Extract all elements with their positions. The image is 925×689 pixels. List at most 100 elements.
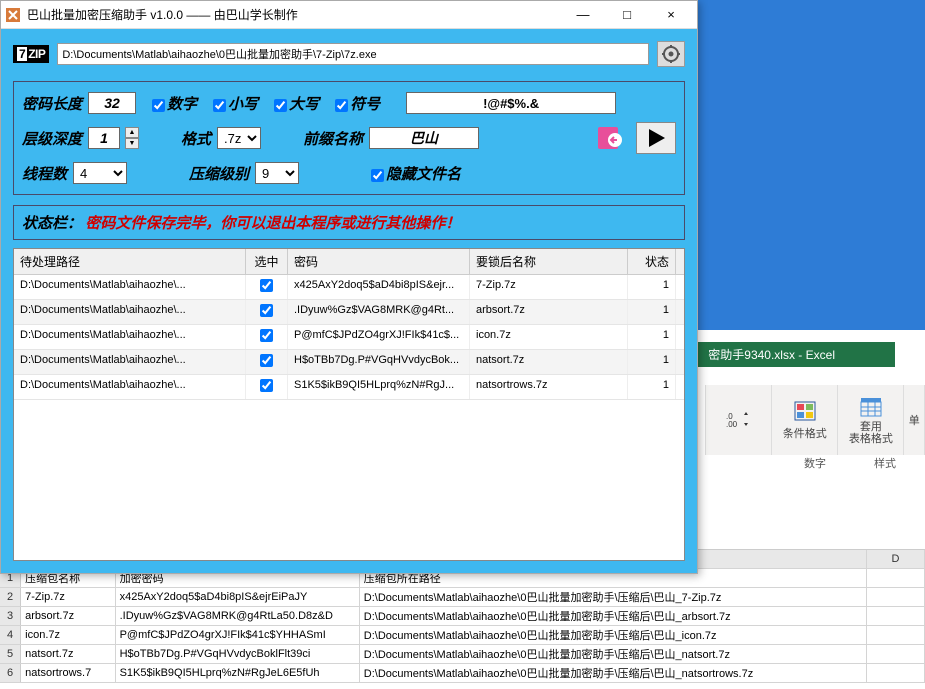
status-text: 密码文件保存完毕，你可以退出本程序或进行其他操作！ xyxy=(85,216,460,232)
ribbon-cond-format[interactable]: 条件格式 xyxy=(772,385,838,455)
cell-path: D:\Documents\Matlab\aihaozhe\... xyxy=(14,300,246,324)
table-row[interactable]: D:\Documents\Matlab\aihaozhe\... x425AxY… xyxy=(14,275,684,300)
upper-checkbox[interactable]: 大写 xyxy=(274,93,319,114)
cell[interactable]: D:\Documents\Matlab\aihaozhe\0巴山批量加密助手\压… xyxy=(360,645,867,663)
th-name[interactable]: 要锁后名称 xyxy=(470,249,628,274)
import-button[interactable] xyxy=(590,122,630,154)
prefix-label: 前缀名称 xyxy=(303,128,363,149)
cell-password: x425AxY2doq5$aD4bi8pIS&ejr... xyxy=(288,275,470,299)
th-password[interactable]: 密码 xyxy=(288,249,470,274)
cell[interactable] xyxy=(867,607,925,625)
cell-password: .IDyuw%Gz$VAG8MRK@g4Rt... xyxy=(288,300,470,324)
cell-selected[interactable] xyxy=(246,325,288,349)
prefix-input[interactable] xyxy=(369,127,479,149)
row-header[interactable]: 6 xyxy=(0,664,21,682)
cond-format-label: 条件格式 xyxy=(783,425,827,441)
row-header[interactable]: 2 xyxy=(0,588,21,606)
cell[interactable] xyxy=(867,626,925,644)
cond-format-icon xyxy=(791,399,819,423)
cell[interactable] xyxy=(867,569,925,587)
cell[interactable]: icon.7z xyxy=(21,626,115,644)
table-row[interactable]: 5 natsort.7z H$oTBb7Dg.P#VGqHVvdycBoklFl… xyxy=(0,645,925,664)
pwd-length-input[interactable] xyxy=(88,92,136,114)
ribbon-table-format[interactable]: 套用 表格格式 xyxy=(838,385,904,455)
cell[interactable]: D:\Documents\Matlab\aihaozhe\0巴山批量加密助手\压… xyxy=(360,588,867,606)
cell-selected[interactable] xyxy=(246,300,288,324)
settings-panel: 密码长度 数字 小写 大写 符号 层级深度 ▲▼ 格式 .7z 前缀名称 xyxy=(13,81,685,195)
cell-password: S1K5$ikB9QI5HLprq%zN#RgJ... xyxy=(288,375,470,399)
cell[interactable]: x425AxY2doq5$aD4bi8pIS&ejrEiPaJY xyxy=(116,588,360,606)
table-row[interactable]: 2 7-Zip.7z x425AxY2doq5$aD4bi8pIS&ejrEiP… xyxy=(0,588,925,607)
cell-name: natsort.7z xyxy=(470,350,628,374)
cell[interactable]: S1K5$ikB9QI5HLprq%zN#RgJeL6E5fUh xyxy=(116,664,360,682)
cell-path: D:\Documents\Matlab\aihaozhe\... xyxy=(14,325,246,349)
table-row[interactable]: D:\Documents\Matlab\aihaozhe\... H$oTBb7… xyxy=(14,350,684,375)
table-row[interactable]: D:\Documents\Matlab\aihaozhe\... P@mfC$J… xyxy=(14,325,684,350)
row-header[interactable]: 4 xyxy=(0,626,21,644)
hide-filename-checkbox[interactable]: 隐藏文件名 xyxy=(371,163,461,184)
th-status[interactable]: 状态 xyxy=(628,249,676,274)
th-path[interactable]: 待处理路径 xyxy=(14,249,246,274)
cell[interactable]: P@mfC$JPdZO4grXJ!FIk$41c$YHHASmI xyxy=(116,626,360,644)
play-icon xyxy=(644,126,668,150)
excel-titlebar: 密助手9340.xlsx - Excel xyxy=(688,342,895,367)
gear-icon xyxy=(662,45,680,63)
cell-selected[interactable] xyxy=(246,350,288,374)
status-label: 状态栏： xyxy=(22,216,82,232)
cell[interactable]: arbsort.7z xyxy=(21,607,115,625)
run-button[interactable] xyxy=(636,122,676,154)
titlebar[interactable]: 巴山批量加密压缩助手 v1.0.0 —— 由巴山学长制作 — □ × xyxy=(1,1,697,29)
cell[interactable]: D:\Documents\Matlab\aihaozhe\0巴山批量加密助手\压… xyxy=(360,664,867,682)
excel-ribbon: .0.00 条件格式 套用 表格格式 单 xyxy=(705,385,925,455)
main-window: 巴山批量加密压缩助手 v1.0.0 —— 由巴山学长制作 — □ × 7ZIP … xyxy=(0,0,698,574)
row-header[interactable]: 5 xyxy=(0,645,21,663)
lower-checkbox[interactable]: 小写 xyxy=(213,93,258,114)
cell[interactable]: 7-Zip.7z xyxy=(21,588,115,606)
th-selected[interactable]: 选中 xyxy=(246,249,288,274)
level-select[interactable]: 9 xyxy=(255,162,299,184)
cell[interactable]: natsort.7z xyxy=(21,645,115,663)
cell-path: D:\Documents\Matlab\aihaozhe\... xyxy=(14,350,246,374)
import-icon xyxy=(595,124,625,152)
cell[interactable]: D:\Documents\Matlab\aihaozhe\0巴山批量加密助手\压… xyxy=(360,607,867,625)
cell-password: P@mfC$JPdZO4grXJ!FIk$41c$... xyxy=(288,325,470,349)
threads-select[interactable]: 4 xyxy=(73,162,127,184)
ribbon-single[interactable]: 单 xyxy=(904,385,925,455)
table-row[interactable]: D:\Documents\Matlab\aihaozhe\... .IDyuw%… xyxy=(14,300,684,325)
cell[interactable]: H$oTBb7Dg.P#VGqHVvdycBoklFlt39ci xyxy=(116,645,360,663)
cell[interactable]: .IDyuw%Gz$VAG8MRK@g4RtLa50.D8z&D xyxy=(116,607,360,625)
cell[interactable]: natsortrows.7 xyxy=(21,664,115,682)
settings-button[interactable] xyxy=(657,41,685,67)
window-title: 巴山批量加密压缩助手 v1.0.0 —— 由巴山学长制作 xyxy=(27,6,561,23)
table-row[interactable]: 4 icon.7z P@mfC$JPdZO4grXJ!FIk$41c$YHHAS… xyxy=(0,626,925,645)
table-row[interactable]: 3 arbsort.7z .IDyuw%Gz$VAG8MRK@g4RtLa50.… xyxy=(0,607,925,626)
cell-name: 7-Zip.7z xyxy=(470,275,628,299)
format-select[interactable]: .7z xyxy=(217,127,261,149)
cell[interactable]: D:\Documents\Matlab\aihaozhe\0巴山批量加密助手\压… xyxy=(360,626,867,644)
symbol-checkbox[interactable]: 符号 xyxy=(335,93,380,114)
close-button[interactable]: × xyxy=(649,2,693,28)
table-format-icon xyxy=(857,395,885,419)
depth-input[interactable] xyxy=(88,127,120,149)
exe-path-input[interactable] xyxy=(57,43,649,65)
cell-status: 1 xyxy=(628,300,676,324)
table-row[interactable]: D:\Documents\Matlab\aihaozhe\... S1K5$ik… xyxy=(14,375,684,400)
threads-label: 线程数 xyxy=(22,163,67,184)
cell-status: 1 xyxy=(628,325,676,349)
depth-spinner[interactable]: ▲▼ xyxy=(125,127,139,149)
table-row[interactable]: 6 natsortrows.7 S1K5$ikB9QI5HLprq%zN#RgJ… xyxy=(0,664,925,683)
minimize-button[interactable]: — xyxy=(561,2,605,28)
cell[interactable] xyxy=(867,588,925,606)
cell[interactable] xyxy=(867,645,925,663)
col-d-header[interactable]: D xyxy=(867,550,925,568)
symbols-input[interactable] xyxy=(406,92,616,114)
pwd-length-label: 密码长度 xyxy=(22,93,82,114)
cell-selected[interactable] xyxy=(246,375,288,399)
cell[interactable] xyxy=(867,664,925,682)
row-header[interactable]: 3 xyxy=(0,607,21,625)
digit-checkbox[interactable]: 数字 xyxy=(152,93,197,114)
app-icon xyxy=(5,7,21,23)
ribbon-number-group[interactable]: .0.00 xyxy=(706,385,772,455)
cell-selected[interactable] xyxy=(246,275,288,299)
maximize-button[interactable]: □ xyxy=(605,2,649,28)
